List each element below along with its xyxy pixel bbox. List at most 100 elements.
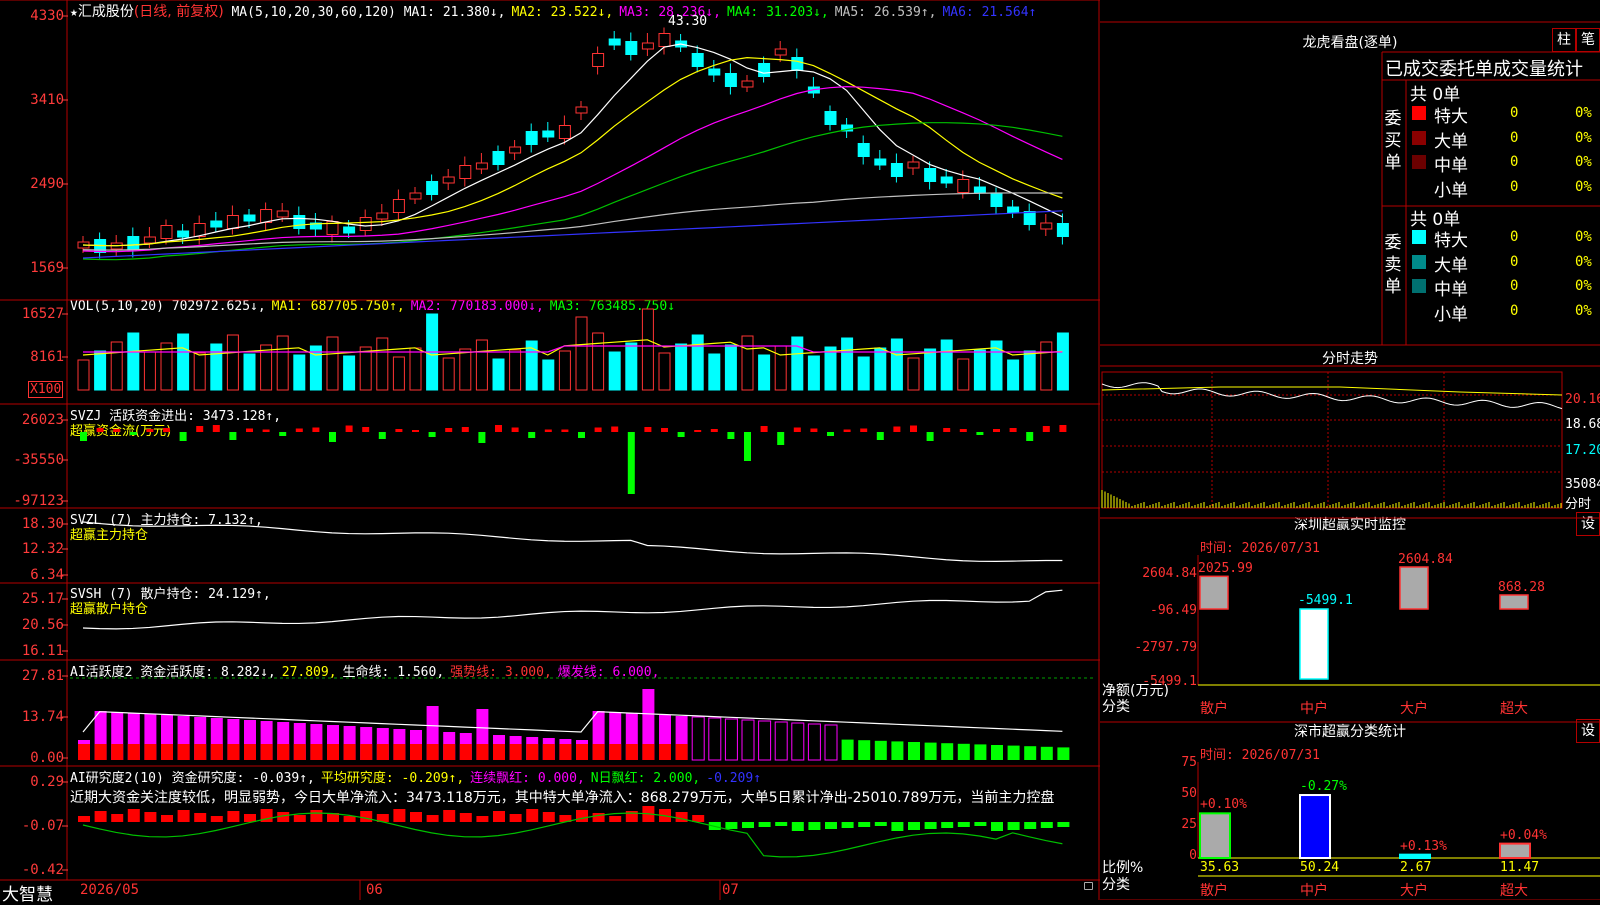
volume-bar[interactable] (376, 337, 389, 391)
candle-body[interactable] (525, 131, 538, 145)
candle-body[interactable] (940, 176, 953, 184)
volume-bar[interactable] (724, 344, 737, 391)
volume-bar[interactable] (475, 339, 488, 391)
candle-body[interactable] (442, 176, 455, 184)
volume-bar[interactable] (558, 350, 571, 391)
volume-bar[interactable] (608, 351, 621, 391)
candle-body[interactable] (509, 146, 522, 154)
candle-body[interactable] (226, 215, 239, 229)
candle-body[interactable] (575, 106, 588, 114)
volume-bar[interactable] (857, 356, 870, 391)
volume-bar[interactable] (957, 358, 970, 391)
volume-bar[interactable] (442, 357, 455, 391)
volume-bar[interactable] (226, 334, 239, 391)
volume-bar[interactable] (293, 354, 306, 391)
volume-bar[interactable] (691, 334, 704, 391)
volume-bar[interactable] (243, 353, 256, 391)
candle-body[interactable] (475, 162, 488, 170)
candle-body[interactable] (691, 53, 704, 67)
volume-bar[interactable] (841, 337, 854, 391)
candle-body[interactable] (774, 48, 787, 56)
candle-body[interactable] (376, 212, 389, 220)
candle-body[interactable] (558, 125, 571, 139)
volume-bar[interactable] (492, 358, 505, 391)
candle-body[interactable] (492, 151, 505, 165)
candle-body[interactable] (392, 199, 405, 213)
volume-bar[interactable] (675, 343, 688, 391)
candle-body[interactable] (210, 220, 223, 228)
candle-body[interactable] (127, 236, 140, 250)
volume-bar[interactable] (741, 335, 754, 391)
candle-body[interactable] (409, 192, 422, 200)
candle-body[interactable] (243, 214, 256, 222)
volume-bar[interactable] (940, 339, 953, 391)
volume-bar[interactable] (326, 336, 339, 391)
volume-bar[interactable] (1023, 350, 1036, 391)
volume-bar[interactable] (874, 347, 887, 391)
volume-bar[interactable] (94, 350, 107, 391)
volume-bar[interactable] (193, 352, 206, 391)
volume-bar[interactable] (625, 342, 638, 391)
volume-bar[interactable] (774, 345, 787, 391)
volume-bar[interactable] (907, 357, 920, 391)
candle-body[interactable] (177, 230, 190, 238)
volume-bar[interactable] (459, 348, 472, 391)
volume-bar[interactable] (509, 349, 522, 391)
volume-bar[interactable] (1040, 341, 1053, 391)
candle-body[interactable] (1056, 223, 1069, 237)
candle-body[interactable] (890, 163, 903, 177)
candle-body[interactable] (874, 158, 887, 166)
volume-bar[interactable] (973, 349, 986, 391)
volume-bar[interactable] (824, 346, 837, 391)
candle-body[interactable] (592, 53, 605, 67)
volume-bar[interactable] (110, 341, 123, 391)
candle-body[interactable] (1040, 222, 1053, 230)
candle-body[interactable] (260, 209, 273, 223)
volume-bar[interactable] (791, 336, 804, 391)
volume-bar[interactable] (708, 353, 721, 391)
candle-body[interactable] (343, 226, 356, 234)
volume-bar[interactable] (641, 308, 654, 391)
volume-bar[interactable] (77, 359, 90, 391)
candle-body[interactable] (924, 168, 937, 182)
candle-body[interactable] (608, 38, 621, 46)
candle-body[interactable] (824, 111, 837, 125)
candle-body[interactable] (973, 186, 986, 194)
volume-bar[interactable] (758, 354, 771, 391)
candle-body[interactable] (1007, 206, 1020, 214)
volume-bar[interactable] (143, 351, 156, 391)
volume-bar[interactable] (1007, 359, 1020, 391)
volume-bar[interactable] (807, 355, 820, 391)
volume-bar[interactable] (924, 348, 937, 391)
candle-body[interactable] (741, 80, 754, 88)
candle-body[interactable] (758, 63, 771, 77)
volume-bar[interactable] (160, 342, 173, 391)
candle-body[interactable] (641, 42, 654, 50)
candle-body[interactable] (857, 143, 870, 157)
candle-body[interactable] (426, 181, 439, 195)
volume-bar[interactable] (890, 338, 903, 391)
volume-bar[interactable] (542, 359, 555, 391)
candle-body[interactable] (293, 215, 306, 229)
candle-body[interactable] (708, 68, 721, 76)
candle-body[interactable] (990, 193, 1003, 207)
candle-body[interactable] (276, 210, 289, 218)
candle-body[interactable] (907, 161, 920, 169)
candle-body[interactable] (724, 73, 737, 87)
candle-body[interactable] (160, 225, 173, 239)
volume-bar[interactable] (1056, 332, 1069, 391)
candle-body[interactable] (658, 33, 671, 47)
volume-bar[interactable] (409, 347, 422, 391)
candle-body[interactable] (542, 130, 555, 138)
candle-body[interactable] (791, 57, 804, 71)
chart-canvas[interactable] (0, 0, 1100, 900)
candle-body[interactable] (459, 165, 472, 179)
volume-bar[interactable] (343, 355, 356, 391)
volume-bar[interactable] (177, 333, 190, 391)
candle-body[interactable] (625, 41, 638, 55)
candle-body[interactable] (359, 217, 372, 231)
candle-body[interactable] (1023, 211, 1036, 225)
kline-chart-area[interactable]: ★汇成股份(日线, 前复权) MA(5,10,20,30,60,120) MA1… (0, 0, 1100, 905)
volume-bar[interactable] (575, 316, 588, 391)
volume-bar[interactable] (392, 356, 405, 391)
